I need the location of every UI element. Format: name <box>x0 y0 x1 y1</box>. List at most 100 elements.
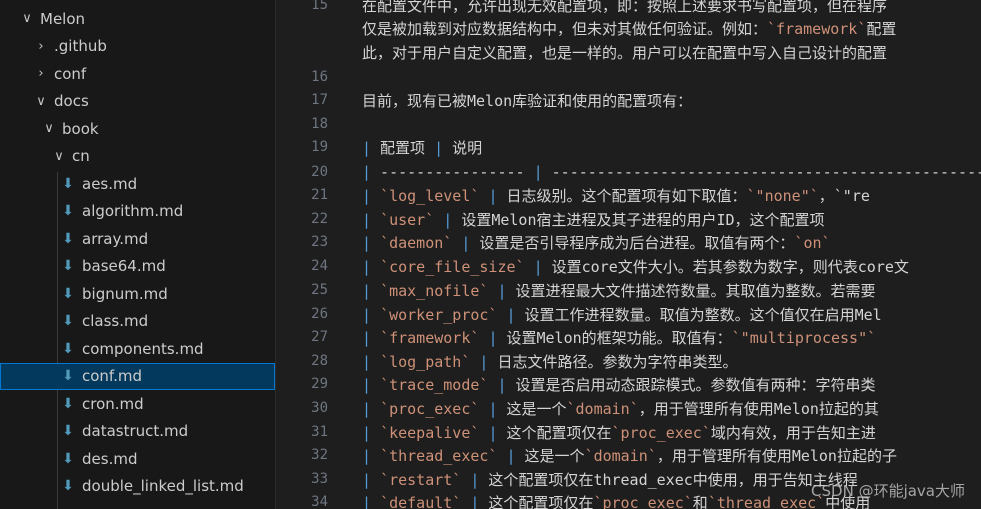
code-line[interactable]: 24 | `core_file_size` | 设置core文件大小。若其参数为数… <box>276 254 981 278</box>
code-line[interactable]: 23 | `daemon` | 设置是否引导程序成为后台进程。取值有两个：`on` <box>276 230 981 254</box>
tree-folder-cn[interactable]: ∨ cn <box>0 143 275 170</box>
code-line[interactable]: 20 | ---------------- | -----------------… <box>276 160 981 184</box>
code-text: | `framework` | 设置Melon的框架功能。取值有：`"multi… <box>362 328 877 347</box>
code-text: | `core_file_size` | 设置core文件大小。若其参数为数字，… <box>362 257 909 276</box>
tree-file[interactable]: ⬇ cron.md <box>0 390 275 417</box>
code-text: | 配置项 | 说明 <box>362 138 483 157</box>
tree-file[interactable]: ⬇ aes.md <box>0 170 275 197</box>
tree-file-label: conf.md <box>82 367 143 385</box>
line-number: 32 <box>311 447 328 463</box>
tree-file[interactable]: ⬇ conf.md <box>0 362 275 390</box>
chevron-down-icon: ∨ <box>22 11 32 26</box>
tree-folder-github[interactable]: › .github <box>0 33 275 60</box>
line-number: 16 <box>311 69 328 85</box>
tree-file-label: cron.md <box>82 394 144 413</box>
markdown-file-icon: ⬇ <box>62 230 74 247</box>
tree-file-label: des.md <box>82 449 138 468</box>
tree-folder-label: Melon <box>40 9 86 28</box>
markdown-file-icon: ⬇ <box>62 423 74 439</box>
markdown-file-icon: ⬇ <box>62 450 74 467</box>
code-text: 在配置文件中，允许出现无效配置项，即：按照上述要求书写配置项，但在程序 <box>362 0 888 15</box>
code-text: | `keepalive` | 这个配置项仅在`proc_exec`域内有效，用… <box>362 423 876 442</box>
tree-file-label: base64.md <box>82 257 166 275</box>
tree-folder-label: cn <box>72 147 90 165</box>
markdown-file-icon: ⬇ <box>62 285 74 302</box>
line-number: 24 <box>311 258 328 274</box>
markdown-file-icon: ⬇ <box>62 313 74 329</box>
code-text: 仅是被加载到对应数据结构中，但未对其做任何验证。例如：`framework`配置 <box>362 19 897 38</box>
line-number: 22 <box>311 211 328 227</box>
markdown-file-icon: ⬇ <box>62 368 74 384</box>
code-line[interactable]: 26 | `worker_proc` | 设置工作进程数量。取值为整数。这个值仅在… <box>276 302 981 326</box>
csdn-watermark: CSDN @环能java大师 <box>811 482 965 500</box>
tree-folder-label: .github <box>54 37 107 55</box>
line-number: 26 <box>311 306 328 322</box>
line-number: 17 <box>311 92 328 108</box>
code-line[interactable]: 30 | `proc_exec` | 这是一个`domain`，用于管理所有使用M… <box>276 396 981 420</box>
markdown-file-icon: ⬇ <box>62 175 74 192</box>
tree-folder-label: docs <box>54 92 89 110</box>
chevron-down-icon: ∨ <box>54 148 64 164</box>
tree-file-label: class.md <box>82 312 149 330</box>
line-number: 25 <box>311 282 328 298</box>
tree-file[interactable]: ⬇ bignum.md <box>0 280 275 307</box>
line-number: 29 <box>311 376 328 392</box>
line-number: 34 <box>311 494 328 509</box>
chevron-down-icon: ∨ <box>44 121 54 136</box>
code-line[interactable]: 15 在配置文件中，允许出现无效配置项，即：按照上述要求书写配置项，但在程序 <box>276 0 981 17</box>
tree-folder-docs[interactable]: ∨ docs <box>0 88 275 115</box>
line-number: 19 <box>311 139 328 155</box>
code-text: | `daemon` | 设置是否引导程序成为后台进程。取值有两个：`on` <box>362 233 831 252</box>
code-line[interactable]: 29 | `trace_mode` | 设置是否启用动态跟踪模式。参数值有两种：字… <box>276 372 981 396</box>
code-text: | ---------------- | -------------------… <box>362 163 981 181</box>
code-text: | `proc_exec` | 这是一个`domain`，用于管理所有使用Mel… <box>362 399 879 418</box>
code-text: 此，对于用户自定义配置，也是一样的。用户可以在配置中写入自己设计的配置 <box>362 43 888 62</box>
code-line[interactable]: 27 | `framework` | 设置Melon的框架功能。取值有：`"mul… <box>276 325 981 349</box>
code-line[interactable]: 此，对于用户自定义配置，也是一样的。用户可以在配置中写入自己设计的配置 <box>276 40 981 64</box>
line-number: 20 <box>311 164 328 180</box>
code-line[interactable]: 21 | `log_level` | 日志级别。这个配置项有如下取值：`"none… <box>276 183 981 207</box>
code-line[interactable]: 32 | `thread_exec` | 这是一个`domain`，用于管理所有使… <box>276 443 981 467</box>
tree-file[interactable]: ⬇ base64.md <box>0 253 275 280</box>
code-line[interactable]: 19 | 配置项 | 说明 <box>276 135 981 159</box>
code-line[interactable]: 18 <box>276 112 981 136</box>
code-line[interactable]: 22 | `user` | 设置Melon宿主进程及其子进程的用户ID，这个配置项 <box>276 207 981 231</box>
tree-folder-label: conf <box>54 64 87 83</box>
code-line[interactable]: 16 <box>276 65 981 89</box>
explorer-sidebar: ∨ Melon › .github › conf ∨ docs ∨ book ∨ cn ⬇ aes.md ⬇… <box>0 0 276 509</box>
line-number: 33 <box>311 471 328 487</box>
markdown-file-icon: ⬇ <box>62 258 74 274</box>
chevron-right-icon: › <box>38 66 44 81</box>
tree-file[interactable]: ⬇ class.md <box>0 308 275 335</box>
line-number: 21 <box>311 187 328 203</box>
tree-file[interactable]: ⬇ des.md <box>0 445 275 472</box>
line-number: 31 <box>311 424 328 440</box>
tree-file-label: aes.md <box>82 174 138 193</box>
tree-folder-book[interactable]: ∨ book <box>0 115 275 142</box>
chevron-down-icon: ∨ <box>36 93 46 109</box>
code-text: | `user` | 设置Melon宿主进程及其子进程的用户ID，这个配置项 <box>362 210 825 229</box>
code-line[interactable]: 仅是被加载到对应数据结构中，但未对其做任何验证。例如：`framework`配置 <box>276 16 981 40</box>
code-line[interactable]: 28 | `log_path` | 日志文件路径。参数为字符串类型。 <box>276 349 981 373</box>
chevron-right-icon: › <box>38 38 44 54</box>
markdown-file-icon: ⬇ <box>62 203 74 219</box>
code-line[interactable]: 31 | `keepalive` | 这个配置项仅在`proc_exec`域内有效… <box>276 420 981 444</box>
tree-file[interactable]: ⬇ algorithm.md <box>0 198 275 225</box>
tree-file-label: double_linked_list.md <box>82 477 244 495</box>
code-text: 目前，现有已被Melon库验证和使用的配置项有： <box>362 91 693 110</box>
code-line[interactable]: 25 | `max_nofile` | 设置进程最大文件描述符数量。其取值为整数。… <box>276 278 981 302</box>
tree-folder-conf[interactable]: › conf <box>0 60 275 87</box>
tree-file[interactable]: ⬇ array.md <box>0 225 275 252</box>
tree-file[interactable]: ⬇ double_linked_list.md <box>0 473 275 500</box>
tree-folder-Melon[interactable]: ∨ Melon <box>0 5 275 32</box>
code-text: | `trace_mode` | 设置是否启用动态跟踪模式。参数值有两种：字符串… <box>362 375 876 394</box>
tree-file-label: array.md <box>82 229 149 248</box>
line-number: 27 <box>311 329 328 345</box>
tree-file-label: components.md <box>82 339 204 358</box>
tree-file[interactable]: ⬇ components.md <box>0 335 275 362</box>
tree-file[interactable]: ⬇ datastruct.md <box>0 418 275 445</box>
tree-folder-label: book <box>62 119 99 138</box>
code-line[interactable]: 17 目前，现有已被Melon库验证和使用的配置项有： <box>276 88 981 112</box>
code-editor[interactable]: 15 在配置文件中，允许出现无效配置项，即：按照上述要求书写配置项，但在程序 仅是被… <box>276 0 981 509</box>
code-text: | `log_level` | 日志级别。这个配置项有如下取值：`"none"`… <box>362 186 870 205</box>
